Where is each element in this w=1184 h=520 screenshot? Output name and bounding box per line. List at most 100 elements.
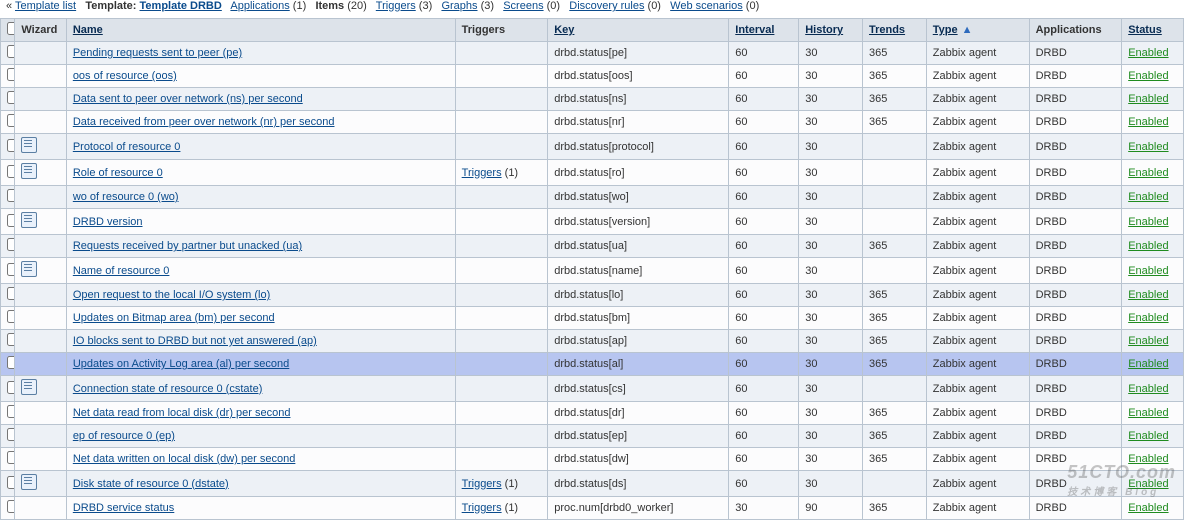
breadcrumb-template-name[interactable]: Template DRBD [140, 0, 222, 12]
status-link[interactable]: Enabled [1128, 93, 1168, 105]
breadcrumb-template-list[interactable]: Template list [15, 0, 76, 12]
row-checkbox[interactable] [7, 356, 15, 369]
item-name-link[interactable]: Role of resource 0 [73, 167, 163, 179]
row-checkbox-cell[interactable] [1, 209, 15, 235]
row-checkbox-cell[interactable] [1, 353, 15, 376]
row-checkbox[interactable] [7, 451, 15, 464]
row-checkbox[interactable] [7, 214, 15, 227]
status-link[interactable]: Enabled [1128, 216, 1168, 228]
row-checkbox-cell[interactable] [1, 402, 15, 425]
row-checkbox-cell[interactable] [1, 330, 15, 353]
header-history[interactable]: History [805, 24, 843, 36]
status-link[interactable]: Enabled [1128, 478, 1168, 490]
row-checkbox-cell[interactable] [1, 448, 15, 471]
item-name-link[interactable]: Net data read from local disk (dr) per s… [73, 407, 291, 419]
row-checkbox[interactable] [7, 91, 15, 104]
row-checkbox-cell[interactable] [1, 186, 15, 209]
row-checkbox-cell[interactable] [1, 376, 15, 402]
row-checkbox-cell[interactable] [1, 235, 15, 258]
header-interval[interactable]: Interval [735, 24, 774, 36]
status-link[interactable]: Enabled [1128, 430, 1168, 442]
status-link[interactable]: Enabled [1128, 116, 1168, 128]
row-checkbox-cell[interactable] [1, 111, 15, 134]
item-name-link[interactable]: Requests received by partner but unacked… [73, 240, 302, 252]
item-name-link[interactable]: Name of resource 0 [73, 265, 170, 277]
status-link[interactable]: Enabled [1128, 141, 1168, 153]
row-checkbox[interactable] [7, 68, 15, 81]
item-name-link[interactable]: Updates on Activity Log area (al) per se… [73, 358, 289, 370]
status-link[interactable]: Enabled [1128, 240, 1168, 252]
status-link[interactable]: Enabled [1128, 167, 1168, 179]
row-checkbox[interactable] [7, 238, 15, 251]
wizard-icon[interactable] [21, 137, 37, 153]
breadcrumb-web[interactable]: Web scenarios [670, 0, 743, 12]
status-link[interactable]: Enabled [1128, 453, 1168, 465]
item-name-link[interactable]: Data sent to peer over network (ns) per … [73, 93, 303, 105]
select-all-checkbox[interactable] [7, 22, 15, 35]
wizard-icon[interactable] [21, 261, 37, 277]
triggers-link[interactable]: Triggers [462, 167, 502, 179]
row-checkbox[interactable] [7, 310, 15, 323]
item-name-link[interactable]: Updates on Bitmap area (bm) per second [73, 312, 275, 324]
header-status[interactable]: Status [1128, 24, 1162, 36]
row-checkbox[interactable] [7, 165, 15, 178]
status-link[interactable]: Enabled [1128, 191, 1168, 203]
row-checkbox-cell[interactable] [1, 88, 15, 111]
breadcrumb-screens[interactable]: Screens [503, 0, 543, 12]
row-checkbox-cell[interactable] [1, 258, 15, 284]
status-link[interactable]: Enabled [1128, 358, 1168, 370]
item-name-link[interactable]: Connection state of resource 0 (cstate) [73, 383, 263, 395]
row-checkbox-cell[interactable] [1, 471, 15, 497]
header-checkbox[interactable] [1, 19, 15, 42]
item-name-link[interactable]: DRBD service status [73, 502, 174, 514]
header-name[interactable]: Name [73, 24, 103, 36]
wizard-icon[interactable] [21, 212, 37, 228]
header-trends[interactable]: Trends [869, 24, 905, 36]
wizard-icon[interactable] [21, 474, 37, 490]
row-checkbox[interactable] [7, 263, 15, 276]
status-link[interactable]: Enabled [1128, 289, 1168, 301]
item-name-link[interactable]: DRBD version [73, 216, 143, 228]
row-checkbox-cell[interactable] [1, 497, 15, 520]
item-name-link[interactable]: Data received from peer over network (nr… [73, 116, 335, 128]
item-name-link[interactable]: Protocol of resource 0 [73, 141, 181, 153]
wizard-icon[interactable] [21, 163, 37, 179]
row-checkbox-cell[interactable] [1, 160, 15, 186]
triggers-link[interactable]: Triggers [462, 478, 502, 490]
item-name-link[interactable]: Disk state of resource 0 (dstate) [73, 478, 229, 490]
row-checkbox-cell[interactable] [1, 307, 15, 330]
row-checkbox[interactable] [7, 333, 15, 346]
row-checkbox[interactable] [7, 381, 15, 394]
row-checkbox-cell[interactable] [1, 284, 15, 307]
row-checkbox-cell[interactable] [1, 425, 15, 448]
row-checkbox[interactable] [7, 114, 15, 127]
row-checkbox[interactable] [7, 500, 15, 513]
row-checkbox[interactable] [7, 139, 15, 152]
wizard-icon[interactable] [21, 379, 37, 395]
breadcrumb-graphs[interactable]: Graphs [441, 0, 477, 12]
item-name-link[interactable]: Pending requests sent to peer (pe) [73, 47, 242, 59]
row-checkbox-cell[interactable] [1, 134, 15, 160]
status-link[interactable]: Enabled [1128, 70, 1168, 82]
row-checkbox[interactable] [7, 287, 15, 300]
status-link[interactable]: Enabled [1128, 335, 1168, 347]
item-name-link[interactable]: Net data written on local disk (dw) per … [73, 453, 296, 465]
item-name-link[interactable]: oos of resource (oos) [73, 70, 177, 82]
status-link[interactable]: Enabled [1128, 383, 1168, 395]
item-name-link[interactable]: IO blocks sent to DRBD but not yet answe… [73, 335, 317, 347]
item-name-link[interactable]: wo of resource 0 (wo) [73, 191, 179, 203]
row-checkbox-cell[interactable] [1, 65, 15, 88]
status-link[interactable]: Enabled [1128, 312, 1168, 324]
breadcrumb-applications[interactable]: Applications [230, 0, 289, 12]
row-checkbox-cell[interactable] [1, 42, 15, 65]
row-checkbox[interactable] [7, 476, 15, 489]
row-checkbox[interactable] [7, 405, 15, 418]
header-type[interactable]: Type [933, 24, 958, 36]
status-link[interactable]: Enabled [1128, 265, 1168, 277]
row-checkbox[interactable] [7, 189, 15, 202]
header-key[interactable]: Key [554, 24, 574, 36]
status-link[interactable]: Enabled [1128, 407, 1168, 419]
status-link[interactable]: Enabled [1128, 47, 1168, 59]
item-name-link[interactable]: ep of resource 0 (ep) [73, 430, 175, 442]
row-checkbox[interactable] [7, 45, 15, 58]
